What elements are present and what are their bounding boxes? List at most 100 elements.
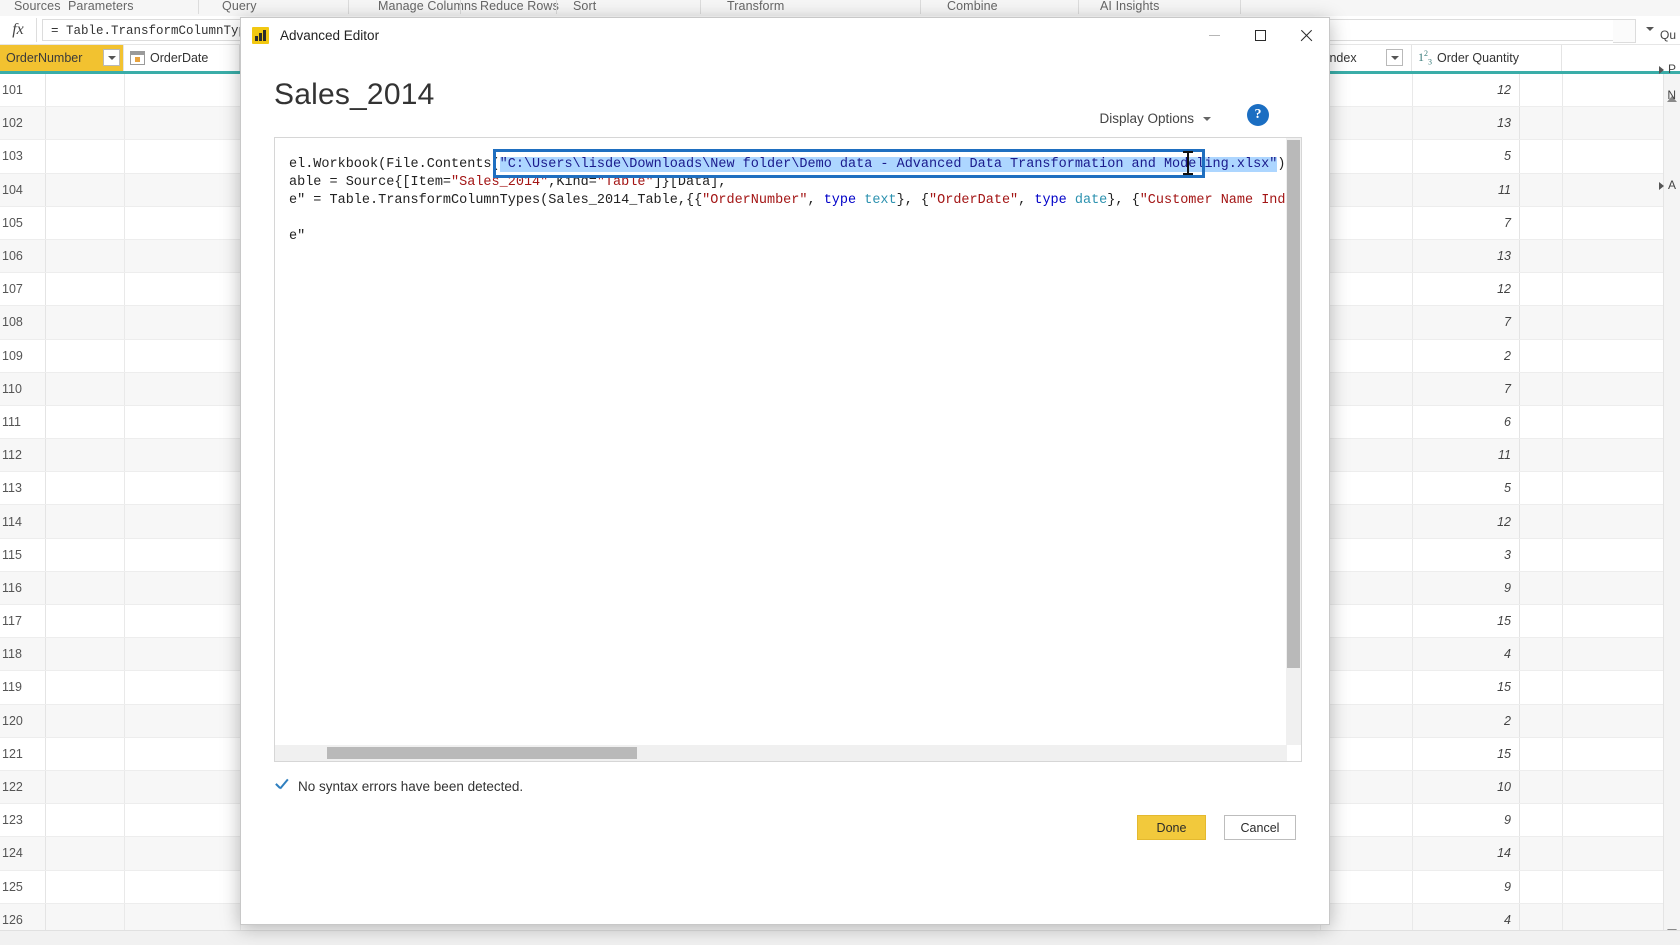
grid-column-divider <box>1412 472 1413 505</box>
code-token: "Sales_2014" <box>451 175 549 190</box>
grid-column-divider <box>1562 638 1563 671</box>
grid-column-divider <box>1562 339 1563 372</box>
right-pane-item-p[interactable]: P <box>1658 62 1676 76</box>
code-token: ,Kind= <box>548 175 597 190</box>
ribbon-group-combine[interactable]: Combine <box>947 0 998 13</box>
grid-column-divider <box>1412 173 1413 206</box>
right-pane-item-n[interactable]: N <box>1667 88 1676 102</box>
cell-index-value: 7 <box>1430 206 1520 239</box>
grid-column-divider <box>124 339 125 372</box>
formula-expand-button[interactable] <box>1613 19 1636 43</box>
grid-horizontal-scrollbar[interactable] <box>0 930 1680 945</box>
row-number: 111 <box>0 405 46 439</box>
ribbon-group-query[interactable]: Query <box>222 0 257 13</box>
grid-column-divider <box>1412 538 1413 571</box>
row-number: 118 <box>0 638 46 671</box>
display-options-dropdown[interactable]: Display Options <box>1099 111 1211 126</box>
code-editor-textarea[interactable]: e" e" = Table.TransformColumnTypes(Sales_… <box>275 138 1287 745</box>
ribbon-group-sources[interactable]: Sources <box>14 0 61 13</box>
ribbon-group-reduce-rows[interactable]: Reduce Rows <box>480 0 559 13</box>
ribbon-group-parameters[interactable]: Parameters <box>68 0 134 13</box>
column-header-order-quantity[interactable]: 123 Order Quantity <box>1412 45 1562 71</box>
ribbon-group-sort[interactable]: Sort <box>573 0 596 13</box>
grid-column-divider <box>1562 372 1563 405</box>
fx-icon[interactable]: fx <box>0 18 37 42</box>
display-options-label: Display Options <box>1099 111 1194 126</box>
right-pane-item-a[interactable]: A <box>1658 178 1676 192</box>
code-editor-frame: e" e" = Table.TransformColumnTypes(Sales_… <box>274 137 1302 762</box>
grid-column-divider <box>1412 704 1413 737</box>
number-type-icon: 123 <box>1418 49 1432 67</box>
done-button[interactable]: Done <box>1137 815 1206 840</box>
expand-triangle-icon <box>1658 181 1664 190</box>
code-token: "Table" <box>596 175 654 190</box>
code-token: ]}[Data], <box>653 175 727 190</box>
grid-column-divider <box>1562 306 1563 339</box>
ribbon-group-manage-columns[interactable]: Manage Columns <box>378 0 477 13</box>
code-token: }, { <box>1107 193 1140 208</box>
minimize-button[interactable] <box>1191 18 1237 52</box>
cell-index-value: 10 <box>1430 770 1520 804</box>
maximize-button[interactable] <box>1237 18 1283 52</box>
grid-column-divider <box>1412 405 1413 439</box>
row-number: 125 <box>0 870 46 903</box>
right-pane-label: Qu <box>1659 28 1676 42</box>
code-token: able = Source{[Item= <box>289 175 452 190</box>
cell-index-value: 6 <box>1430 405 1520 439</box>
column-header-label: Order Quantity <box>1437 51 1519 65</box>
ribbon-divider <box>348 0 349 14</box>
code-horizontal-scrollbar[interactable] <box>275 745 1287 761</box>
grid-column-divider <box>1562 538 1563 571</box>
code-token: }, { <box>896 193 930 208</box>
grid-column-divider <box>1412 505 1413 538</box>
grid-column-divider <box>1562 273 1563 306</box>
grid-column-divider <box>1412 837 1413 870</box>
selected-file-path: "C:\Users\lisde\Downloads\New folder\Dem… <box>499 157 1278 172</box>
row-number: 104 <box>0 173 46 206</box>
code-token: type <box>1034 193 1067 208</box>
dialog-titlebar[interactable]: Advanced Editor <box>241 18 1329 52</box>
help-icon[interactable]: ? <box>1247 104 1269 126</box>
row-number: 123 <box>0 804 46 837</box>
filter-button-ordernumber[interactable] <box>103 49 120 66</box>
ribbon-group-transform[interactable]: Transform <box>727 0 784 13</box>
grid-column-divider <box>1412 140 1413 173</box>
code-vertical-scroll-thumb[interactable] <box>1287 140 1300 668</box>
grid-column-divider <box>1412 571 1413 604</box>
code-vertical-scrollbar[interactable] <box>1286 138 1301 745</box>
code-horizontal-scroll-thumb[interactable] <box>327 747 637 759</box>
ribbon-divider <box>920 0 921 14</box>
syntax-status-message: No syntax errors have been detected. <box>298 778 524 794</box>
filter-button-index[interactable] <box>1386 49 1403 66</box>
grid-vertical-scrollbar[interactable] <box>1663 74 1680 945</box>
grid-column-divider <box>1562 505 1563 538</box>
cell-index-value: 12 <box>1430 74 1520 107</box>
ribbon-divider <box>1240 0 1241 14</box>
grid-column-divider <box>1562 770 1563 804</box>
cell-index-value: 5 <box>1430 140 1520 173</box>
code-token: "OrderDate" <box>929 193 1019 208</box>
code-line: able = Source{[Item="Sales_2014",Kind="T… <box>289 174 727 192</box>
grid-column-divider <box>1412 737 1413 770</box>
row-number: 120 <box>0 704 46 737</box>
text-cursor-icon <box>1183 151 1193 175</box>
code-line: el.Workbook(File.Contents("C:\Users\lisd… <box>289 156 1287 174</box>
grid-column-divider <box>124 74 125 107</box>
grid-column-divider <box>1562 239 1563 273</box>
column-header-orderdate[interactable]: OrderDate <box>124 45 240 71</box>
expand-triangle-icon <box>1658 65 1664 74</box>
grid-column-divider <box>124 737 125 770</box>
cell-index-value: 9 <box>1430 804 1520 837</box>
row-number: 124 <box>0 837 46 870</box>
right-pane-item-qu[interactable]: Qu <box>1660 28 1676 42</box>
grid-column-divider <box>1412 306 1413 339</box>
cell-index-value: 2 <box>1430 704 1520 737</box>
grid-column-divider <box>1412 239 1413 273</box>
row-number: 109 <box>0 339 46 372</box>
chevron-down-icon[interactable] <box>1646 27 1654 31</box>
cell-index-value: 15 <box>1430 737 1520 770</box>
ribbon-group-ai-insights[interactable]: AI Insights <box>1100 0 1159 13</box>
close-button[interactable] <box>1283 18 1329 52</box>
cancel-button[interactable]: Cancel <box>1224 815 1296 840</box>
